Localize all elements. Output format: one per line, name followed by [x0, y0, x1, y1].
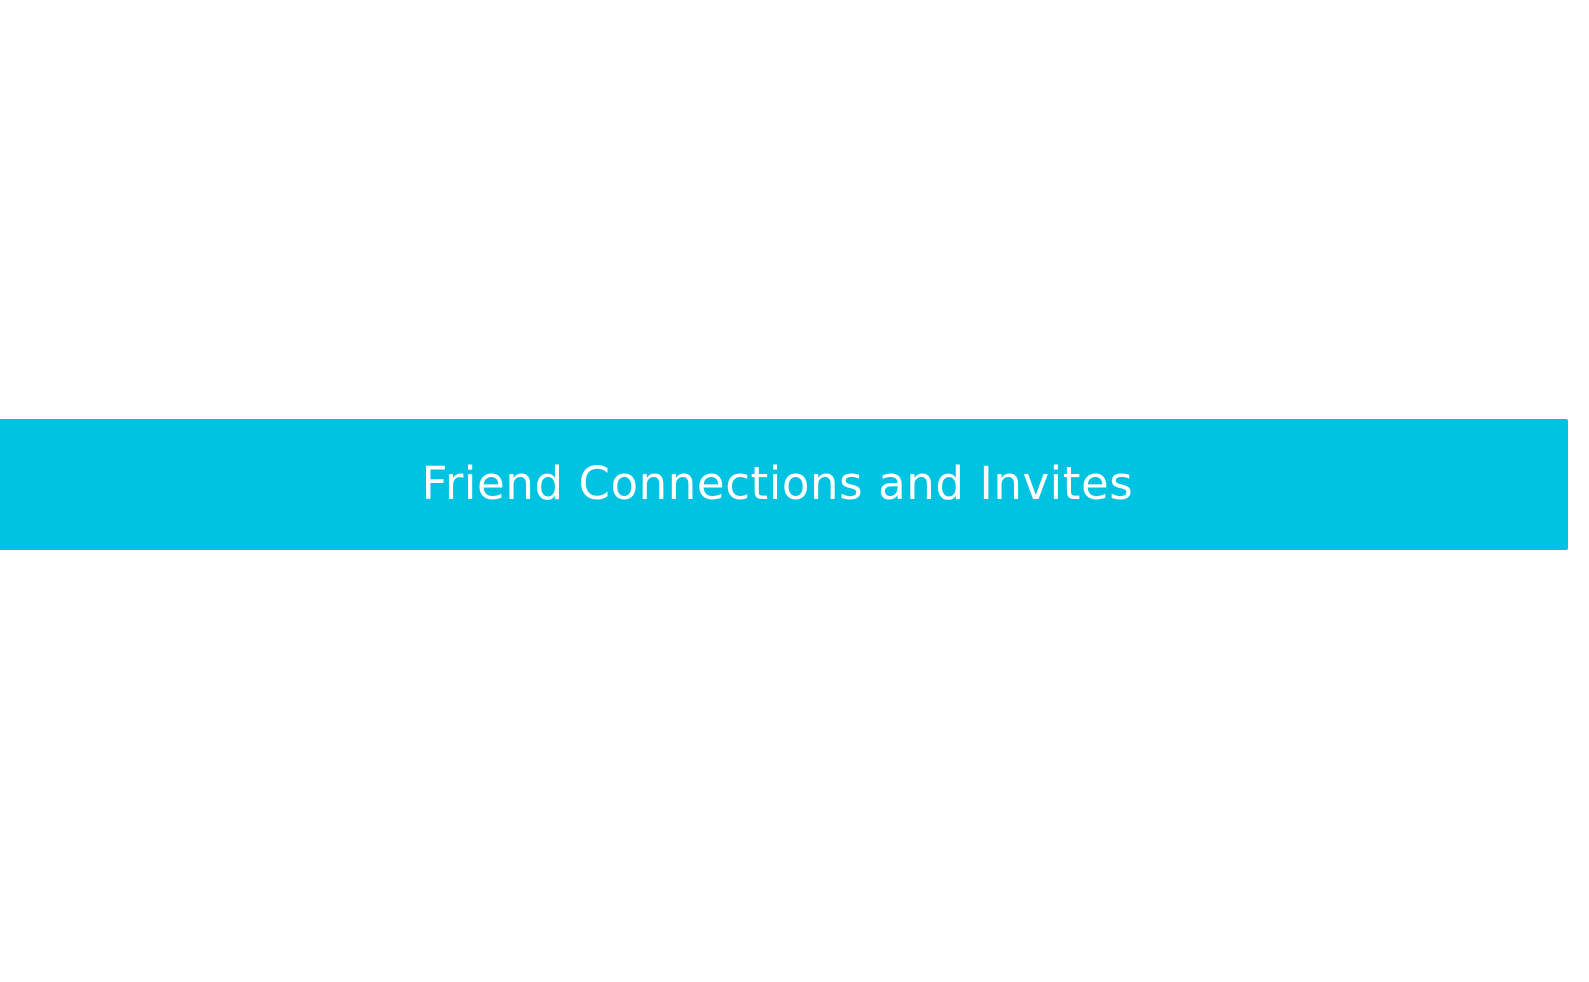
banner-title: Friend Connections and Invites — [421, 457, 1134, 510]
slide-page: Friend Connections and Invites — [0, 0, 1589, 982]
title-banner: Friend Connections and Invites — [0, 419, 1568, 550]
